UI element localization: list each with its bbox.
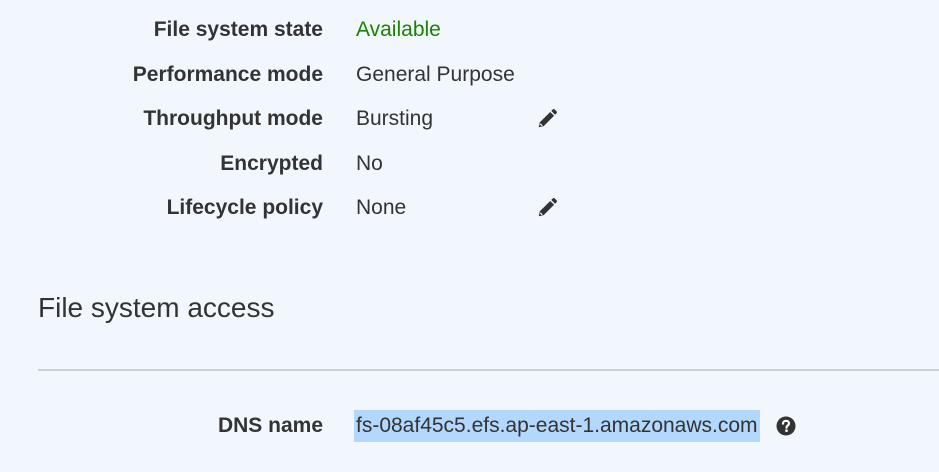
file-system-details: File system state Available Performance …	[0, 8, 939, 231]
detail-label: Performance mode	[132, 62, 323, 86]
question-circle-icon[interactable]	[776, 416, 796, 436]
detail-row-dns-name: DNS name fs-08af45c5.efs.ap-east-1.amazo…	[0, 406, 939, 446]
detail-value: No	[356, 151, 383, 175]
detail-value: General Purpose	[356, 62, 515, 86]
detail-label: Lifecycle policy	[166, 196, 323, 220]
section-divider	[38, 369, 939, 371]
section-title-file-system-access: File system access	[38, 292, 275, 323]
detail-row-lifecycle-policy: Lifecycle policy None	[0, 186, 939, 231]
detail-row-encrypted: Encrypted No	[0, 142, 939, 187]
detail-label: Encrypted	[220, 151, 323, 175]
detail-label: Throughput mode	[143, 107, 323, 131]
detail-label: File system state	[153, 18, 323, 42]
dns-name-label: DNS name	[217, 414, 323, 437]
detail-value: None	[356, 196, 407, 220]
pencil-icon[interactable]	[536, 108, 558, 130]
dns-name-value[interactable]: fs-08af45c5.efs.ap-east-1.amazonaws.com	[354, 410, 760, 442]
pencil-icon[interactable]	[536, 197, 558, 219]
detail-row-file-system-state: File system state Available	[0, 8, 939, 53]
detail-value: Bursting	[356, 107, 434, 131]
detail-row-performance-mode: Performance mode General Purpose	[0, 53, 939, 98]
detail-row-throughput-mode: Throughput mode Bursting	[0, 97, 939, 142]
status-value-available: Available	[356, 18, 441, 42]
